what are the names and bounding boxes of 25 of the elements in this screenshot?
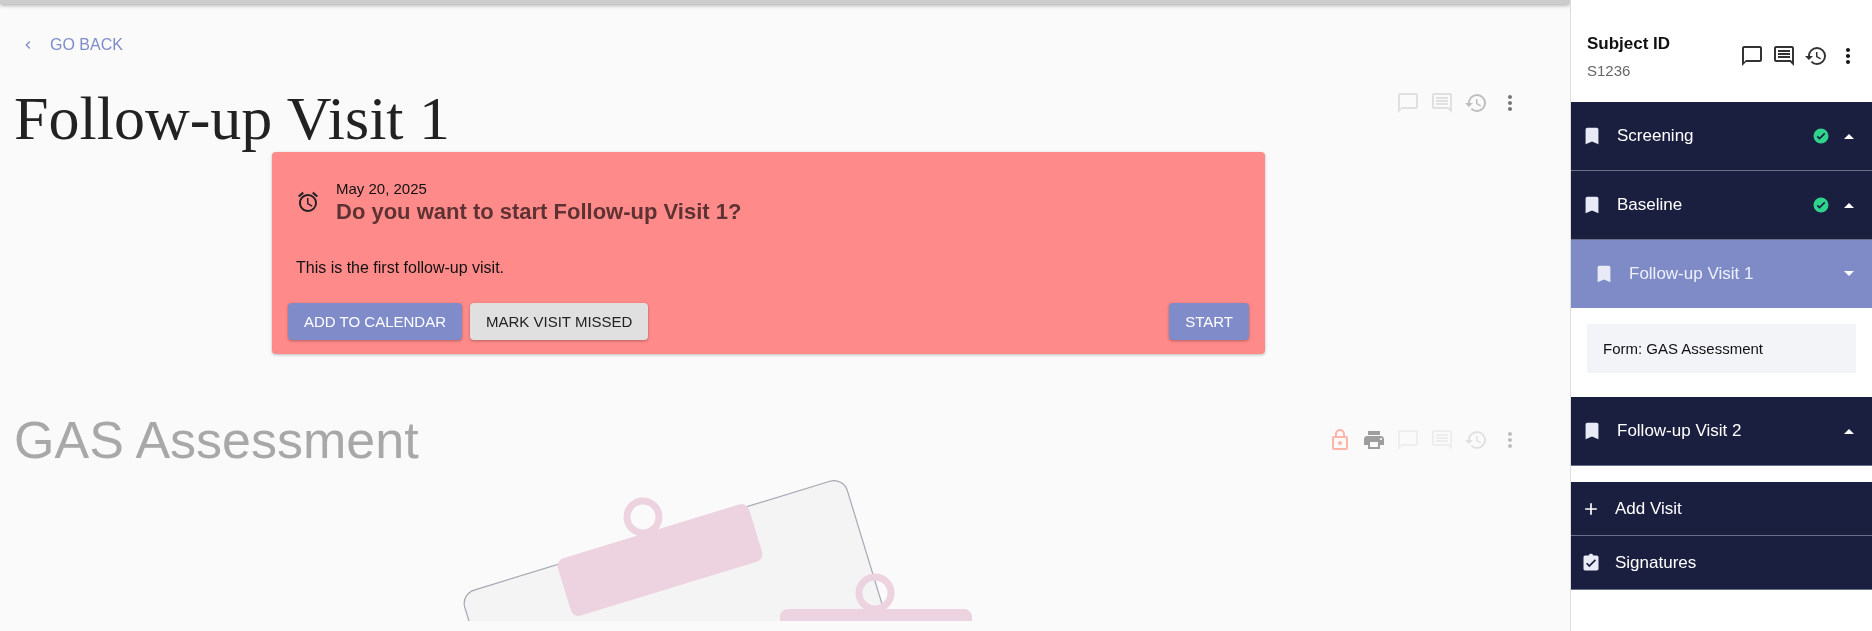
caret-up-icon [1844, 133, 1854, 139]
form-title: GAS Assessment [14, 410, 419, 471]
add-visit-item[interactable]: Add Visit [1571, 482, 1872, 536]
alarm-icon [296, 190, 320, 215]
caret-down-icon [1844, 271, 1854, 277]
subject-id-label: Subject ID [1587, 33, 1671, 54]
check-circle-icon [1812, 196, 1830, 214]
visit-item[interactable]: Baseline [1571, 171, 1872, 240]
history-icon[interactable] [1804, 44, 1828, 68]
caret-up-icon [1844, 428, 1854, 434]
comment-icon[interactable] [1740, 44, 1764, 68]
visit-item[interactable]: Screening [1571, 102, 1872, 171]
prompt-message: This is the first follow-up visit. [296, 259, 506, 278]
notes-icon[interactable] [1772, 44, 1796, 68]
visit-item[interactable]: Follow-up Visit 2 [1571, 397, 1872, 466]
mark-missed-button[interactable]: MARK VISIT MISSED [470, 303, 649, 341]
clipboard-check-icon [1581, 552, 1601, 573]
form-item[interactable]: Form: GAS Assessment [1587, 324, 1856, 373]
visit-date: May 20, 2025 [336, 180, 428, 198]
signatures-item[interactable]: Signatures [1571, 536, 1872, 590]
caret-up-icon [1844, 202, 1854, 208]
subject-id: S1236 [1587, 61, 1632, 79]
page-title: Follow-up Visit 1 [14, 84, 451, 153]
check-circle-icon [1812, 127, 1830, 145]
prompt-title: Do you want to start Follow-up Visit 1? [336, 199, 742, 226]
